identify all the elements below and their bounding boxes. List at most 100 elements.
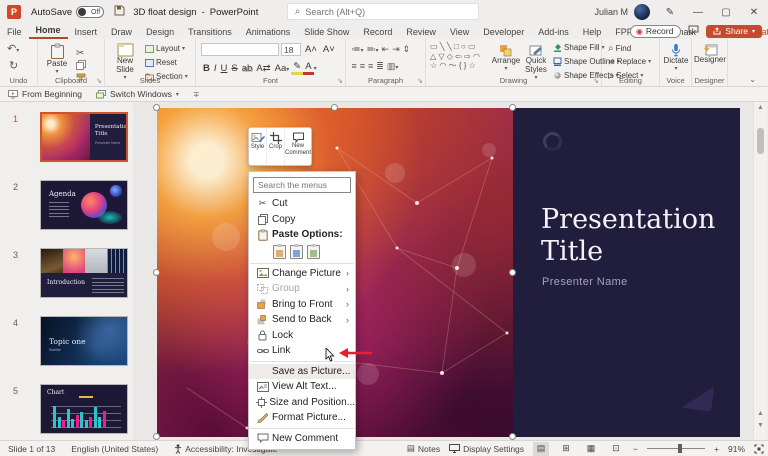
search-input[interactable] [305,7,455,17]
tab-developer[interactable]: Developer [476,26,531,39]
reading-view-button[interactable]: ▦ [583,442,599,456]
decrease-indent-icon[interactable]: ⇤ [380,44,391,55]
qat-overflow-icon[interactable]: ∓ [193,90,200,99]
dictate-button[interactable]: Dictate ▾ [662,43,690,72]
tab-help[interactable]: Help [576,26,609,39]
text-shadow-button[interactable]: ab [240,63,255,74]
bullets-icon[interactable]: ≔▾ [350,44,365,55]
menu-item-cut[interactable]: ✂ Cut [249,196,355,212]
selection-handle-bottom-left[interactable] [153,433,160,440]
menu-item-bring-to-front[interactable]: Bring to Front › [249,297,355,313]
selection-handle-top-left[interactable] [153,104,160,111]
scrollbar-thumb[interactable] [757,128,764,154]
character-spacing-icon[interactable]: A⇄ [254,63,272,74]
fit-to-window-icon[interactable] [754,444,764,454]
change-case-icon[interactable]: Aa▾ [273,63,292,74]
menu-item-copy[interactable]: Copy [249,212,355,228]
display-settings-button[interactable]: Display Settings [449,444,524,454]
font-name-input[interactable] [201,43,279,56]
menu-item-save-as-picture[interactable]: Save as Picture... [249,364,355,380]
align-center-icon[interactable]: ≡ [358,61,366,72]
shape-fill-button[interactable]: Shape Fill▾ [553,43,605,52]
line-spacing-icon[interactable]: ⇕ [401,44,412,55]
minimize-button[interactable]: — [684,0,712,24]
menu-item-new-comment[interactable]: New Comment [249,431,355,447]
language-selector[interactable]: English (United States) [71,444,158,454]
tab-transitions[interactable]: Transitions [181,26,239,39]
selection-handle-middle-right[interactable] [509,269,516,276]
align-left-icon[interactable]: ≡ [350,61,358,72]
selection-handle-bottom-right[interactable] [509,433,516,440]
user-name[interactable]: Julian M [594,7,628,17]
new-comment-mini-button[interactable]: New Comment [285,128,311,165]
record-button[interactable]: ◉ Record [630,25,681,38]
decrease-font-icon[interactable]: A˅ [321,44,337,55]
zoom-slider-knob[interactable] [678,444,682,453]
selection-handle-top-center[interactable] [331,104,338,111]
replace-button[interactable]: ⇄ Replace▾ [608,57,651,66]
numbering-icon[interactable]: ≕▾ [365,44,380,55]
paragraph-launcher-icon[interactable]: ⇘ [417,77,423,85]
paste-keep-source-icon[interactable] [307,245,320,259]
slide-thumbnail-2[interactable]: Agenda [40,180,128,230]
menu-item-send-to-back[interactable]: Send to Back › [249,312,355,328]
zoom-out-button[interactable]: − [633,444,638,454]
tab-add-ins[interactable]: Add-ins [531,26,576,39]
font-size-input[interactable] [281,43,301,56]
presenter-name-text[interactable]: Presenter Name [542,276,628,288]
font-launcher-icon[interactable]: ⇘ [337,77,343,85]
slide-title-text[interactable]: Presentation Title [541,204,713,268]
zoom-in-button[interactable]: + [714,444,719,454]
menu-item-size-and-position[interactable]: Size and Position... [249,395,355,411]
slide-thumbnail-3[interactable]: Introduction [40,248,128,298]
tab-file[interactable]: File [0,26,29,39]
selection-handle-middle-left[interactable] [153,269,160,276]
tab-design[interactable]: Design [139,26,181,39]
tab-record[interactable]: Record [356,26,399,39]
bold-button[interactable]: B [201,63,212,74]
tab-insert[interactable]: Insert [68,26,105,39]
style-button[interactable]: Style [249,128,267,165]
tab-view[interactable]: View [443,26,476,39]
highlight-color-icon[interactable]: ✎ [291,61,303,75]
tab-review[interactable]: Review [399,26,443,39]
zoom-slider[interactable] [647,448,705,449]
menu-search-box[interactable] [253,177,351,193]
selection-handle-top-right[interactable] [509,104,516,111]
strikethrough-button[interactable]: S [229,63,239,74]
scroll-up-icon[interactable]: ▲ [754,104,767,111]
italic-button[interactable]: I [212,63,219,74]
tab-draw[interactable]: Draw [104,26,139,39]
from-beginning-button[interactable]: From Beginning [8,89,82,99]
pen-icon[interactable]: ✎ [656,0,684,24]
tab-animations[interactable]: Animations [239,26,298,39]
crop-button[interactable]: Crop [267,128,285,165]
search-box[interactable]: ⌕ [287,3,479,20]
clipboard-launcher-icon[interactable]: ⇘ [96,77,102,85]
underline-button[interactable]: U [219,63,230,74]
next-slide-icon[interactable]: ▼ [754,422,767,429]
font-color-icon[interactable]: A [303,61,313,75]
increase-indent-icon[interactable]: ⇥ [391,44,402,55]
slide-thumbnail-4[interactable]: Topic one Subtitle [40,316,128,366]
vertical-scrollbar[interactable]: ▲ ▲ ▼ [753,102,766,440]
paste-picture-icon[interactable] [290,245,303,259]
close-button[interactable]: ✕ [740,0,768,24]
menu-item-view-alt-text[interactable]: View Alt Text... [249,379,355,395]
tab-slide-show[interactable]: Slide Show [297,26,356,39]
repeat-icon[interactable]: ↻ [9,59,18,72]
avatar[interactable] [634,4,650,20]
paste-button[interactable]: Paste ▾ [43,43,71,75]
comments-icon[interactable] [688,25,699,38]
menu-item-format-picture[interactable]: Format Picture... [249,410,355,426]
share-button[interactable]: Share ▾ [706,25,762,38]
maximize-button[interactable]: ▢ [712,0,740,24]
slide-title-panel[interactable]: Presentation Title Presenter Name [513,108,740,437]
undo-icon[interactable]: ↶▾ [7,42,19,55]
collapse-ribbon-icon[interactable]: ⌄ [749,75,756,84]
layout-button[interactable]: Layout▾ [145,44,185,53]
arrange-button[interactable]: Arrange ▾ [492,44,520,72]
switch-windows-button[interactable]: Switch Windows ▾ [96,89,179,99]
menu-item-change-picture[interactable]: Change Picture › [249,266,355,282]
menu-search-input[interactable] [258,180,350,190]
